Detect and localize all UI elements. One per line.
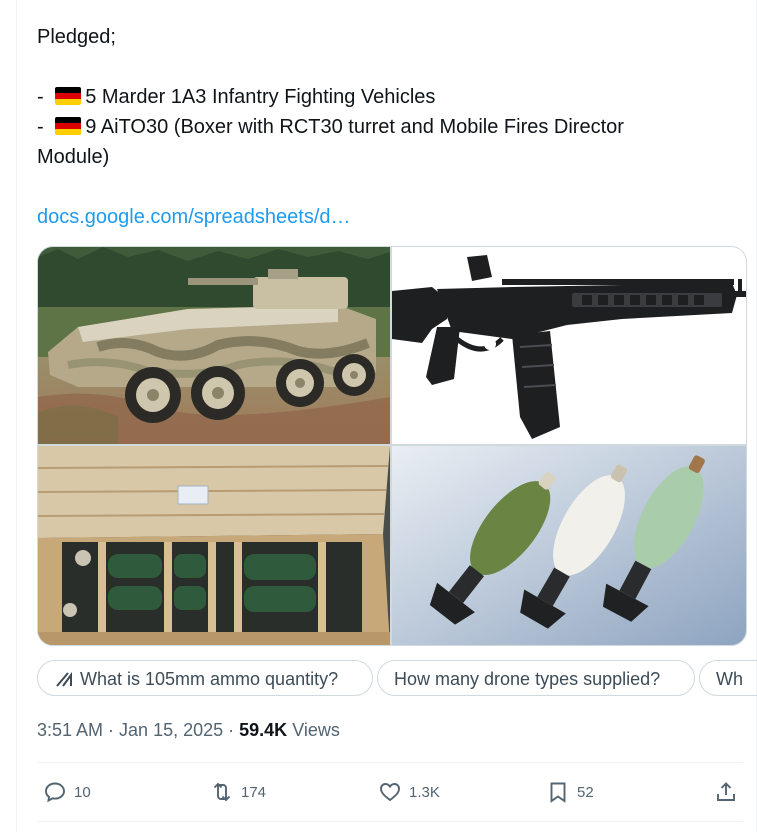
reply-count: 10 xyxy=(74,783,91,801)
bottom-divider xyxy=(37,821,743,822)
repost-count: 174 xyxy=(241,783,267,801)
tweet-date[interactable]: Jan 15, 2025 xyxy=(119,720,223,740)
views-count: 59.4K xyxy=(239,720,288,740)
heart-icon xyxy=(380,783,400,802)
reply-icon xyxy=(45,782,65,803)
tweet-text: Pledged; - 5 Marder 1A3 Infantry Fightin… xyxy=(37,22,697,232)
column-border-left xyxy=(16,0,17,832)
armored-vehicle-photo[interactable] xyxy=(38,247,390,444)
reply-button[interactable]: 10 xyxy=(43,778,91,806)
grok-chip-more[interactable]: Wh xyxy=(699,660,757,696)
assault-rifle-photo[interactable] xyxy=(392,247,746,444)
views-label: Views xyxy=(287,720,340,740)
grok-icon xyxy=(56,671,72,687)
bookmark-count: 52 xyxy=(577,783,594,801)
share-icon xyxy=(717,782,735,801)
tweet-bullet-2: - 9 AiTO30 (Boxer with RCT30 turret and … xyxy=(37,116,624,138)
tweet-bullet-2-continuation: Module) xyxy=(37,146,110,168)
grok-chip-105mm[interactable]: What is 105mm ammo quantity? xyxy=(37,660,373,696)
like-count: 1.3K xyxy=(409,783,440,801)
ammo-crate-photo[interactable] xyxy=(38,446,390,645)
spreadsheet-link[interactable]: docs.google.com/spreadsheets/d… xyxy=(37,206,351,228)
bullet-1-text: 5 Marder 1A3 Infantry Fighting Vehicles xyxy=(85,86,436,108)
tweet-time[interactable]: 3:51 AM xyxy=(37,720,103,740)
repost-icon xyxy=(213,782,231,802)
germany-flag-icon xyxy=(55,117,82,135)
grok-chip-drones[interactable]: How many drone types supplied? xyxy=(377,660,695,696)
bookmark-icon xyxy=(550,782,566,803)
repost-button[interactable]: 174 xyxy=(210,778,266,806)
tweet-meta: 3:51 AM · Jan 15, 2025 · 59.4K Views xyxy=(37,720,340,740)
bookmark-button[interactable]: 52 xyxy=(546,778,594,806)
media-grid xyxy=(37,246,747,646)
grok-suggestions: What is 105mm ammo quantity? How many dr… xyxy=(37,660,757,698)
tweet-line-intro: Pledged; xyxy=(37,26,116,48)
tweet-bullet-1: - 5 Marder 1A3 Infantry Fighting Vehicle… xyxy=(37,86,436,108)
divider xyxy=(37,762,743,763)
germany-flag-icon xyxy=(55,87,82,105)
like-button[interactable]: 1.3K xyxy=(378,778,440,806)
bullet-2-text: 9 AiTO30 (Boxer with RCT30 turret and Mo… xyxy=(85,116,624,138)
mortar-rounds-photo[interactable] xyxy=(392,446,746,645)
share-button[interactable] xyxy=(714,778,745,806)
